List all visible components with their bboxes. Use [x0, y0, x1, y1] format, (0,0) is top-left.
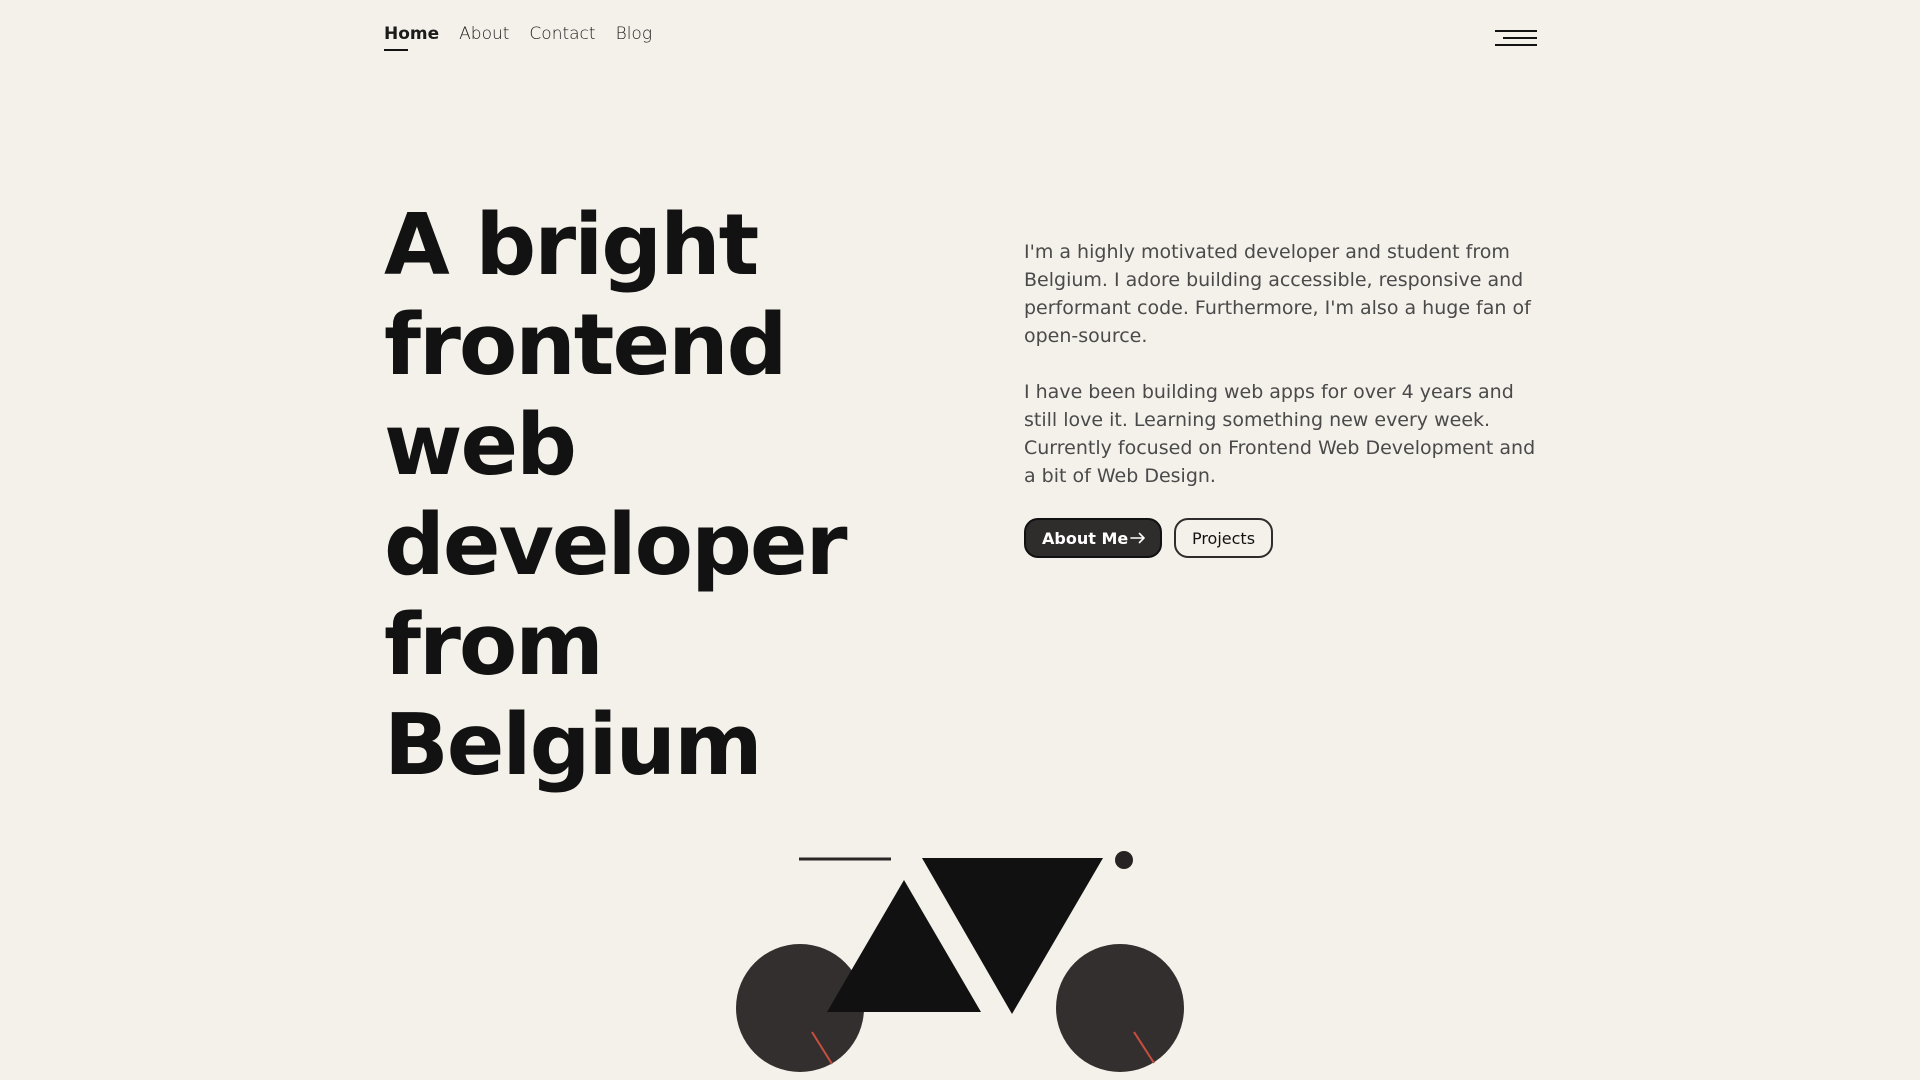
nav-contact-link[interactable]: Contact [529, 26, 595, 51]
nav-about-link[interactable]: About [459, 26, 509, 51]
menu-line-top [1495, 30, 1537, 32]
intro-paragraph: I'm a highly motivated developer and stu… [1024, 241, 1531, 347]
bicycle-illustration [736, 851, 1184, 1072]
menu-line-bottom [1495, 44, 1537, 46]
hero-title: A bright frontend web developer from Bel… [384, 196, 848, 795]
about-me-button[interactable]: About Me [1024, 518, 1162, 558]
nav-home-link[interactable]: Home [384, 26, 439, 51]
bicycle-seat-dot [1115, 851, 1133, 869]
projects-button-label: Projects [1191, 528, 1256, 548]
hero-description: I'm a highly motivated developer and stu… [1024, 238, 1544, 518]
nav-blog-link[interactable]: Blog [616, 26, 652, 51]
arrow-right-icon [1130, 532, 1145, 544]
bicycle-front-wheel [1056, 944, 1184, 1072]
hamburger-menu-icon[interactable] [1495, 30, 1537, 52]
main-navigation: Home About Contact Blog [384, 26, 652, 51]
menu-line-middle [1503, 37, 1537, 39]
hero-actions: About Me Projects [1024, 518, 1273, 558]
projects-button[interactable]: Projects [1174, 518, 1273, 558]
about-me-button-label: About Me [1042, 528, 1129, 548]
experience-paragraph: I have been building web apps for over 4… [1024, 381, 1536, 487]
